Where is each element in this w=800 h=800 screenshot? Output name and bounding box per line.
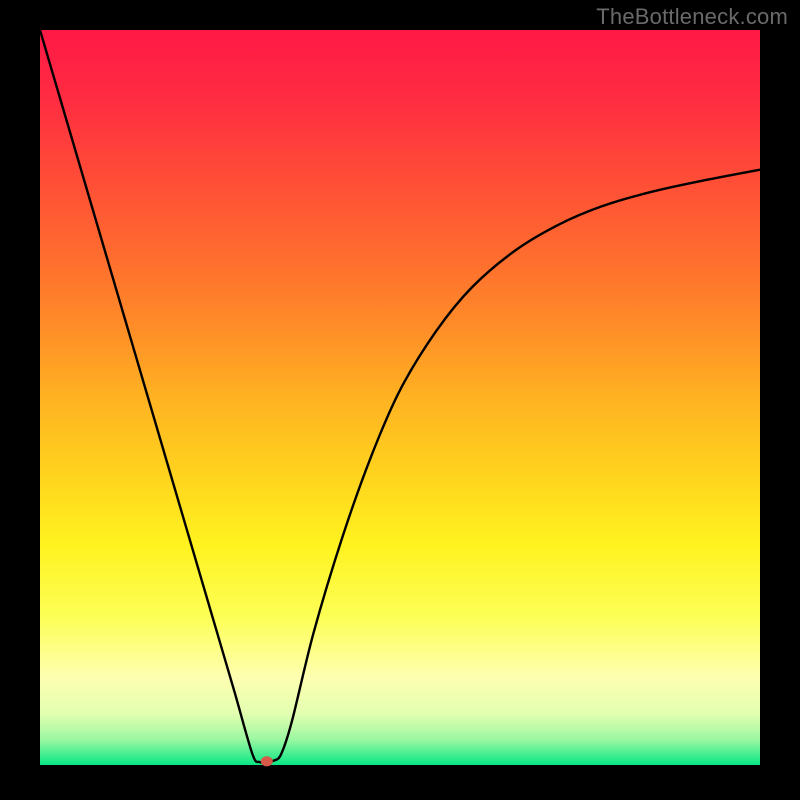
chart-frame: TheBottleneck.com — [0, 0, 800, 800]
watermark-text: TheBottleneck.com — [596, 4, 788, 30]
optimal-point-marker — [261, 756, 273, 766]
bottleneck-chart — [0, 0, 800, 800]
